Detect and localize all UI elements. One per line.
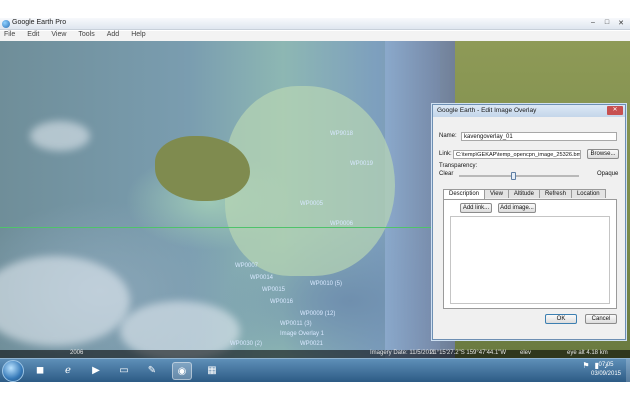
map-label[interactable]: WP0006: [330, 221, 353, 227]
screen: Google Earth Pro – □ ✕ File Edit View To…: [0, 0, 630, 400]
elevation-label: elev: [520, 350, 532, 356]
dialog-title: Google Earth - Edit Image Overlay: [437, 107, 537, 114]
ie-icon[interactable]: ℯ: [58, 362, 78, 380]
opencpn-icon[interactable]: ▦: [202, 362, 222, 380]
name-row: Name: kavengoverlay_01: [439, 132, 619, 141]
menu-tools[interactable]: Tools: [78, 31, 94, 41]
folder-icon[interactable]: ▭: [114, 362, 134, 380]
transparency-label: Transparency:: [439, 163, 478, 169]
reef-area: [225, 86, 395, 276]
window-controls: – □ ✕: [588, 19, 626, 27]
tab-view[interactable]: View: [484, 189, 509, 198]
link-row: Link: C:\temp\GEKAP\temp_opencpn_image_2…: [439, 149, 619, 159]
edit-image-overlay-dialog: Google Earth - Edit Image Overlay ✕ Name…: [432, 104, 626, 340]
dialog-close-button[interactable]: ✕: [607, 106, 623, 115]
map-statusbar: 2006 Imagery Date: 11/5/2011 21°15'27.2"…: [0, 350, 630, 358]
map-label[interactable]: WP0016: [270, 299, 293, 305]
tab-altitude[interactable]: Altitude: [507, 189, 540, 198]
map-label[interactable]: WP0011 (3): [280, 321, 312, 327]
minimize-button[interactable]: –: [588, 19, 598, 27]
map-label[interactable]: Image Overlay 1: [280, 331, 324, 337]
tab-location[interactable]: Location: [570, 189, 606, 198]
description-textarea[interactable]: [450, 216, 610, 304]
add-link-button[interactable]: Add link...: [460, 203, 492, 213]
transparency-row: Transparency:: [439, 163, 619, 169]
cloud: [0, 256, 130, 346]
menu-help[interactable]: Help: [131, 31, 145, 41]
clock-time: 07:05: [598, 362, 614, 368]
window-titlebar[interactable]: Google Earth Pro – □ ✕: [0, 18, 630, 30]
link-input[interactable]: C:\temp\GEKAP\temp_opencpn_image_25326.b…: [453, 150, 581, 159]
menu-add[interactable]: Add: [107, 31, 119, 41]
map-label[interactable]: WP0005: [300, 201, 323, 207]
name-input[interactable]: kavengoverlay_01: [461, 132, 617, 141]
map-label[interactable]: WP0030 (2): [230, 341, 262, 347]
cloud: [30, 121, 90, 151]
tab-description[interactable]: Description: [443, 189, 486, 199]
slider-thumb[interactable]: [510, 172, 516, 180]
dialog-tabs: Description View Altitude Refresh Locati…: [443, 189, 606, 199]
map-label[interactable]: WP9018: [330, 131, 353, 137]
cancel-button[interactable]: Cancel: [585, 314, 617, 324]
map-label[interactable]: WP0019: [350, 161, 373, 167]
browse-button[interactable]: Browse...: [587, 149, 619, 159]
map-label[interactable]: WP0021: [300, 341, 323, 347]
maximize-button[interactable]: □: [602, 19, 612, 27]
menu-file[interactable]: File: [4, 31, 15, 41]
add-image-button[interactable]: Add image...: [498, 203, 536, 213]
link-label: Link:: [439, 151, 452, 157]
media-icon[interactable]: ▶: [86, 362, 106, 380]
eye-altitude: eye alt 4.18 km: [567, 350, 608, 356]
imagery-date: Imagery Date: 11/5/2011: [370, 350, 436, 356]
transparency-slider-row: Clear Opaque: [439, 171, 619, 181]
close-button[interactable]: ✕: [616, 19, 626, 27]
map-label[interactable]: WP0009 (12): [300, 311, 335, 317]
google-earth-icon: [2, 20, 10, 28]
taskbar: ◼ ℯ ▶ ▭ ✎ ◉ ▦ ⚑ ▮ ♪ 07:05 03/09/2015: [0, 358, 630, 383]
dialog-titlebar[interactable]: Google Earth - Edit Image Overlay ✕: [433, 105, 625, 117]
menu-bar: File Edit View Tools Add Help: [0, 31, 630, 41]
menu-view[interactable]: View: [51, 31, 66, 41]
clock-date: 03/09/2015: [590, 371, 622, 377]
explorer-icon[interactable]: ◼: [30, 362, 50, 380]
coordinates-readout: 21°15'27.2"S 159°47'44.1"W: [430, 350, 507, 356]
taskbar-clock[interactable]: 07:05 03/09/2015: [586, 361, 626, 379]
window-title: Google Earth Pro: [12, 19, 67, 26]
map-label[interactable]: WP0010 (5): [310, 281, 342, 287]
map-label[interactable]: WP0007: [235, 263, 258, 269]
tab-refresh[interactable]: Refresh: [538, 189, 572, 198]
map-label[interactable]: WP0015: [262, 287, 285, 293]
clear-label: Clear: [439, 171, 454, 177]
menu-edit[interactable]: Edit: [27, 31, 39, 41]
name-label: Name:: [439, 133, 457, 139]
imagery-year: 2006: [70, 350, 84, 356]
start-button[interactable]: [2, 360, 24, 382]
opaque-label: Opaque: [597, 171, 619, 177]
dialog-body: Name: kavengoverlay_01 Link: C:\temp\GEK…: [439, 123, 619, 333]
google-earth-taskbar-icon[interactable]: ◉: [172, 362, 192, 380]
ok-button[interactable]: OK: [545, 314, 577, 324]
notepad-icon[interactable]: ✎: [142, 362, 162, 380]
description-panel: Add link... Add image...: [443, 199, 617, 309]
show-desktop-button[interactable]: [626, 359, 630, 383]
map-label[interactable]: WP0014: [250, 275, 273, 281]
transparency-slider[interactable]: [459, 172, 579, 180]
boundary-line: [0, 227, 440, 228]
